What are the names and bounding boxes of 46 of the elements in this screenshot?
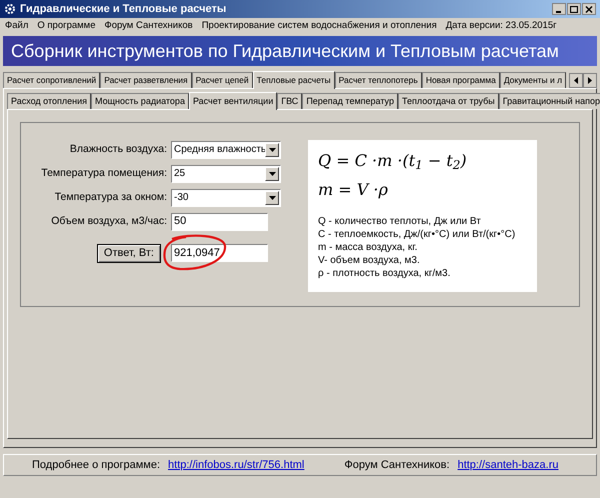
- formula: m = V ·ρ: [318, 179, 389, 201]
- tab[interactable]: Расчет вентиляции: [188, 92, 278, 110]
- tab[interactable]: ГВС: [277, 93, 302, 109]
- tab[interactable]: Расчет цепей: [192, 72, 253, 88]
- tab[interactable]: Новая программа: [422, 72, 500, 88]
- tab[interactable]: Расчет сопротивлений: [3, 72, 100, 88]
- field-label: Объем воздуха, м3/час:: [51, 214, 167, 229]
- tab[interactable]: Расчет разветвления: [100, 72, 192, 88]
- menu-item[interactable]: Дата версии: 23.05.2015г: [446, 18, 557, 34]
- menu-item[interactable]: Файл: [5, 18, 28, 34]
- menu-item[interactable]: О программе: [37, 18, 96, 34]
- status-label: Форум Сантехников:: [344, 458, 450, 473]
- tab[interactable]: Теплоотдача от трубы: [398, 93, 499, 109]
- link[interactable]: http://santeh-baza.ru: [458, 456, 558, 474]
- tab[interactable]: Расчет теплопотерь: [334, 72, 422, 88]
- field-label: Температура за окном:: [54, 190, 167, 205]
- dropdown-value: Средняя влажность: [173, 143, 265, 157]
- legend-text: m - масса воздуха, кг.: [318, 241, 418, 254]
- formula: Q = C ·m ·(t$_{1}$ − t$_{2}$): [318, 150, 468, 174]
- dropdown[interactable]: -30: [171, 188, 281, 206]
- input-field[interactable]: 50: [171, 212, 268, 230]
- window-title: Гидравлические и Тепловые расчеты: [20, 2, 226, 17]
- banner-title: Сборник инструментов по Гидравлическим и Тепловым расчетам: [11, 42, 559, 60]
- status-label: Подробнее о программе:: [32, 458, 160, 473]
- dropdown[interactable]: 25: [171, 164, 281, 182]
- legend-text: C - теплоемкость, Дж/(кг•°С) или Вт/(кг•°С): [318, 228, 516, 241]
- tab[interactable]: Гравитационный напор: [498, 93, 600, 109]
- tab[interactable]: Расход отопления: [7, 93, 92, 109]
- tab[interactable]: Документы и л: [500, 72, 566, 88]
- field-label: Влажность воздуха:: [70, 142, 167, 157]
- tab[interactable]: Перепад температур: [302, 93, 398, 109]
- menu-item[interactable]: Форум Сантехников: [104, 18, 193, 34]
- answer-field[interactable]: 921,0947: [171, 244, 268, 262]
- link[interactable]: http://infobos.ru/str/756.html: [168, 456, 304, 474]
- tab[interactable]: Тепловые расчеты: [252, 71, 335, 89]
- answer-button[interactable]: Ответ, Вт:: [96, 244, 161, 262]
- field-label: Температура помещения:: [41, 166, 167, 181]
- legend-text: ρ - плотность воздуха, кг/м3.: [318, 267, 452, 280]
- dropdown-value: 25: [173, 167, 186, 181]
- legend-text: Q - количество теплоты, Дж или Вт: [318, 215, 482, 228]
- dropdown-value: -30: [173, 191, 190, 205]
- menu-item[interactable]: Проектирование систем водоснабжения и отопления: [202, 18, 437, 34]
- tab[interactable]: Мощность радиатора: [91, 93, 189, 109]
- answer-value: 921,0947: [174, 246, 220, 261]
- dropdown[interactable]: Средняя влажность: [171, 140, 281, 158]
- legend-text: V- объем воздуха, м3.: [318, 254, 421, 267]
